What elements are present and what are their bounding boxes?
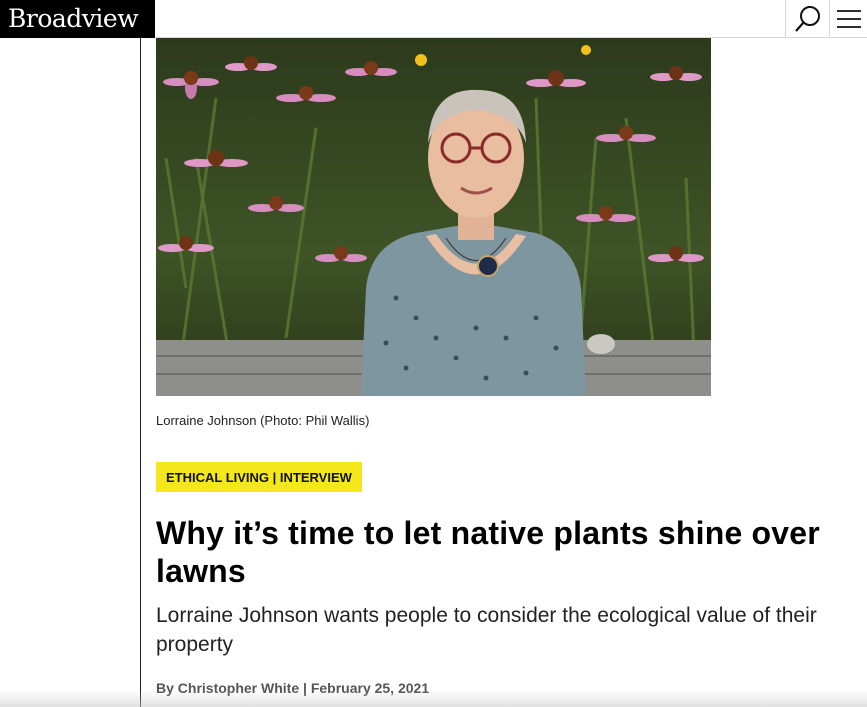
bottom-fade xyxy=(0,690,867,707)
site-header: Broadview xyxy=(0,0,867,38)
site-logo[interactable]: Broadview xyxy=(0,0,155,38)
photo-caption: Lorraine Johnson (Photo: Phil Wallis) xyxy=(156,413,370,428)
category-tag[interactable]: ETHICAL LIVING | INTERVIEW xyxy=(156,462,362,492)
menu-button[interactable] xyxy=(829,0,867,37)
search-icon xyxy=(794,5,820,32)
article-title: Why it’s time to let native plants shine… xyxy=(156,515,820,589)
search-button[interactable] xyxy=(785,0,829,37)
article-dek: Lorraine Johnson wants people to conside… xyxy=(156,604,817,656)
hamburger-menu-icon xyxy=(836,9,861,28)
left-rail-divider xyxy=(140,38,141,707)
hero-photo xyxy=(156,38,711,396)
